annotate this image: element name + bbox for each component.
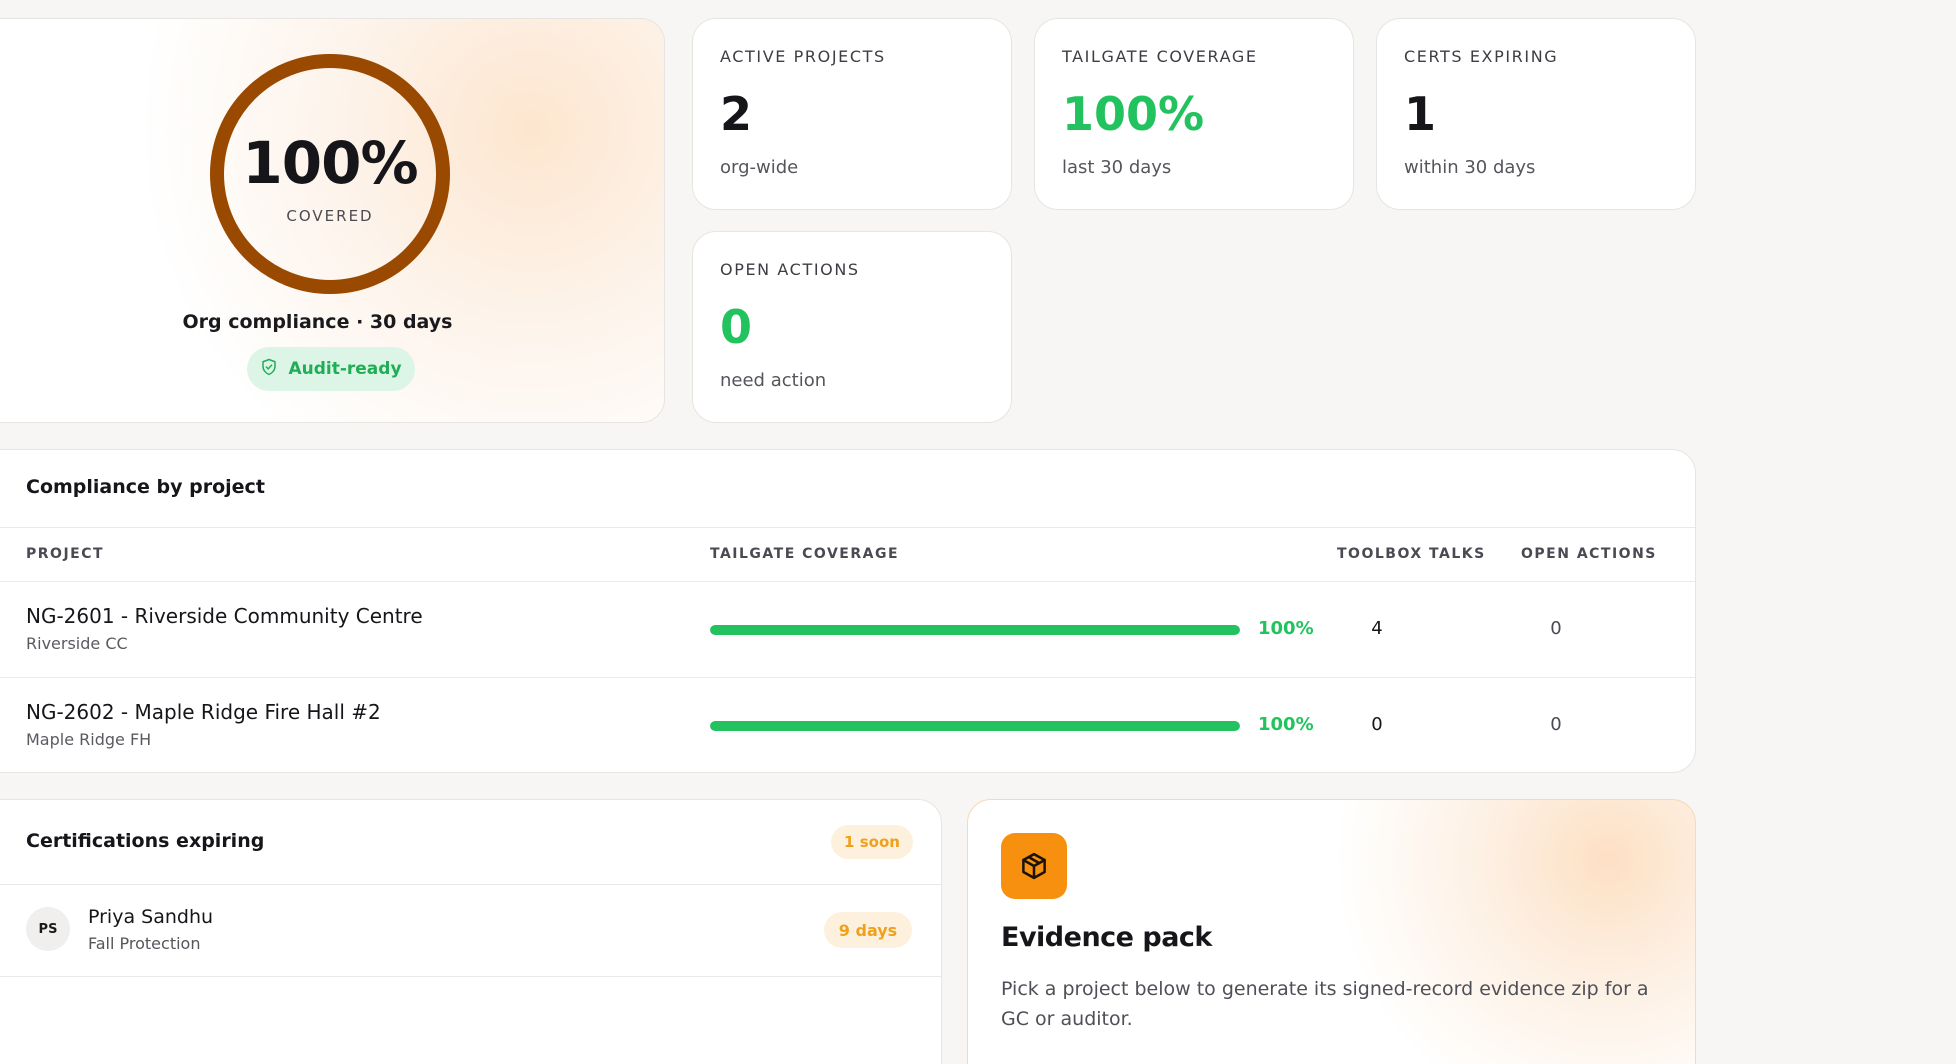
- project-short-name: Riverside CC: [26, 634, 128, 653]
- stat-card-tailgate-coverage: TAILGATE COVERAGE 100% last 30 days: [1034, 18, 1354, 210]
- org-compliance-card: 100% COVERED Org compliance · 30 days Au…: [0, 18, 665, 423]
- stat-label: OPEN ACTIONS: [720, 260, 860, 279]
- open-actions-count: 0: [1550, 714, 1562, 735]
- org-compliance-caption: Org compliance · 30 days: [182, 311, 453, 333]
- stat-sub: need action: [720, 370, 827, 391]
- stat-sub: org-wide: [720, 157, 799, 178]
- stat-label: ACTIVE PROJECTS: [720, 47, 886, 66]
- project-short-name: Maple Ridge FH: [26, 730, 152, 749]
- project-name[interactable]: NG-2602 - Maple Ridge Fire Hall #2: [26, 700, 381, 724]
- stat-card-open-actions: OPEN ACTIONS 0 need action: [692, 231, 1012, 423]
- coverage-ring: 100% COVERED: [207, 51, 453, 297]
- expiring-soon-badge: 1 soon: [831, 825, 913, 859]
- column-header-open-actions: OPEN ACTIONS: [1521, 546, 1657, 562]
- divider: [0, 976, 941, 977]
- coverage-value: 100%: [242, 129, 418, 197]
- divider: [0, 527, 1695, 528]
- audit-ready-badge: Audit-ready: [247, 347, 415, 391]
- section-title: Certifications expiring: [26, 830, 265, 852]
- stat-card-active-projects: ACTIVE PROJECTS 2 org-wide: [692, 18, 1012, 210]
- stat-sub: within 30 days: [1404, 157, 1536, 178]
- table-row[interactable]: NG-2601 - Riverside Community Centre Riv…: [0, 582, 1695, 677]
- coverage-bar-fill: [710, 721, 1240, 731]
- days-remaining-badge: 9 days: [824, 912, 912, 948]
- avatar: PS: [26, 907, 70, 951]
- table-row[interactable]: NG-2602 - Maple Ridge Fire Hall #2 Maple…: [0, 678, 1695, 772]
- coverage-percent: 100%: [1258, 618, 1314, 639]
- stat-value: 0: [720, 300, 753, 354]
- evidence-pack-card: Evidence pack Pick a project below to ge…: [967, 799, 1696, 1064]
- certifications-expiring-card: Certifications expiring 1 soon PS Priya …: [0, 799, 942, 1064]
- coverage-label: COVERED: [286, 207, 374, 225]
- toolbox-talks-count: 4: [1371, 618, 1383, 639]
- open-actions-count: 0: [1550, 618, 1562, 639]
- stat-value: 2: [720, 87, 753, 141]
- package-icon: [1001, 833, 1067, 899]
- stat-label: TAILGATE COVERAGE: [1062, 47, 1258, 66]
- audit-ready-label: Audit-ready: [288, 359, 402, 379]
- column-header-toolbox-talks: TOOLBOX TALKS: [1337, 546, 1486, 562]
- stat-value: 100%: [1062, 87, 1205, 141]
- evidence-pack-title: Evidence pack: [1001, 922, 1212, 953]
- project-name[interactable]: NG-2601 - Riverside Community Centre: [26, 604, 423, 628]
- shield-check-icon: [260, 358, 278, 381]
- evidence-pack-description: Pick a project below to generate its sig…: [1001, 978, 1649, 1030]
- worker-name: Priya Sandhu: [88, 906, 214, 928]
- coverage-bar: [710, 721, 1240, 731]
- column-header-tailgate-coverage: TAILGATE COVERAGE: [710, 546, 900, 562]
- section-title: Compliance by project: [26, 476, 265, 498]
- coverage-bar: [710, 625, 1240, 635]
- compliance-by-project-card: Compliance by project PROJECT TAILGATE C…: [0, 449, 1696, 773]
- stat-sub: last 30 days: [1062, 157, 1172, 178]
- divider: [0, 884, 941, 885]
- coverage-bar-fill: [710, 625, 1240, 635]
- toolbox-talks-count: 0: [1371, 714, 1383, 735]
- column-header-project: PROJECT: [26, 546, 105, 562]
- stat-label: CERTS EXPIRING: [1404, 47, 1559, 66]
- stat-card-certs-expiring: CERTS EXPIRING 1 within 30 days: [1376, 18, 1696, 210]
- coverage-percent: 100%: [1258, 714, 1314, 735]
- certification-type: Fall Protection: [88, 934, 201, 953]
- stat-value: 1: [1404, 87, 1437, 141]
